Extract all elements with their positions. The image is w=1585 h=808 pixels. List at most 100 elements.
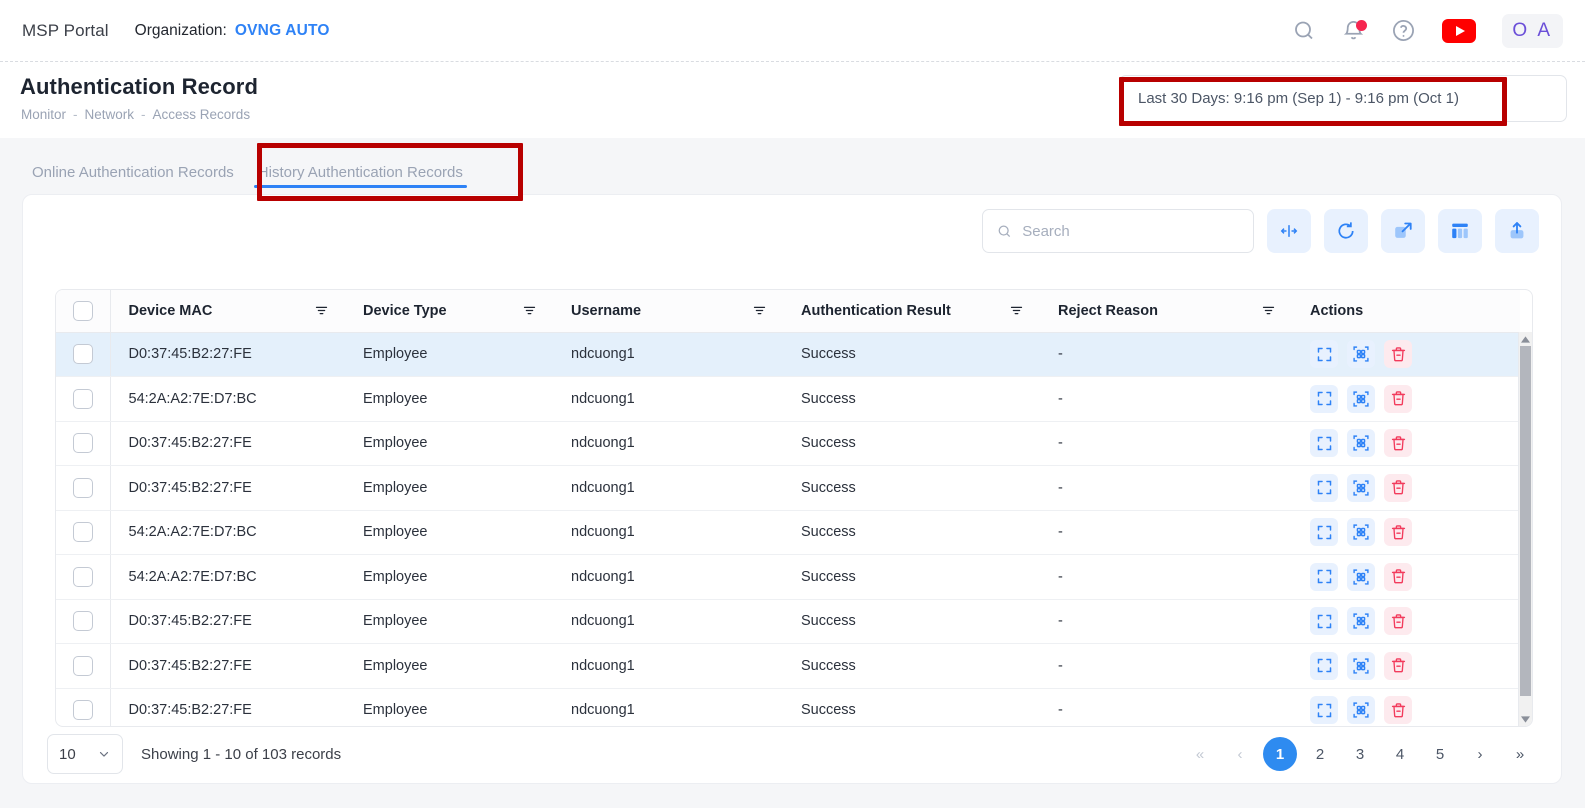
row-qr-button[interactable] xyxy=(1347,340,1375,368)
column-label: Device Type xyxy=(363,303,447,319)
row-delete-button[interactable] xyxy=(1384,607,1412,635)
row-checkbox[interactable] xyxy=(73,433,93,453)
row-delete-button[interactable] xyxy=(1384,652,1412,680)
filter-icon[interactable] xyxy=(752,303,767,318)
delete-icon xyxy=(1390,524,1407,541)
organization-name[interactable]: OVNG AUTO xyxy=(235,22,330,40)
page-title: Authentication Record xyxy=(20,74,258,100)
table-row[interactable]: 54:2A:A2:7E:D7:BCEmployeendcuong1Success… xyxy=(56,377,1520,422)
scroll-down-arrow[interactable] xyxy=(1519,712,1532,726)
row-delete-button[interactable] xyxy=(1384,429,1412,457)
breadcrumb-item-monitor[interactable]: Monitor xyxy=(21,107,66,122)
row-details-button[interactable] xyxy=(1310,696,1338,724)
organization-selector[interactable]: Organization: OVNG AUTO xyxy=(135,22,330,40)
app-root: MSP Portal Organization: OVNG AUTO xyxy=(0,0,1585,808)
breadcrumb-item-network[interactable]: Network xyxy=(85,107,135,122)
table-row[interactable]: D0:37:45:B2:27:FEEmployeendcuong1Success… xyxy=(56,332,1520,377)
pagination-page-5[interactable]: 5 xyxy=(1423,737,1457,771)
row-delete-button[interactable] xyxy=(1384,563,1412,591)
row-qr-button[interactable] xyxy=(1347,474,1375,502)
row-details-button[interactable] xyxy=(1310,652,1338,680)
pagination-page-1[interactable]: 1 xyxy=(1263,737,1297,771)
refresh-button[interactable] xyxy=(1324,209,1368,253)
pagination-prev-button[interactable]: ‹ xyxy=(1223,737,1257,771)
youtube-icon[interactable] xyxy=(1442,19,1476,43)
header-right-group: O A xyxy=(1292,14,1585,48)
column-header-device-type[interactable]: Device Type xyxy=(345,290,553,332)
row-qr-button[interactable] xyxy=(1347,429,1375,457)
row-checkbox[interactable] xyxy=(73,656,93,676)
row-checkbox[interactable] xyxy=(73,700,93,720)
row-delete-button[interactable] xyxy=(1384,696,1412,724)
row-qr-button[interactable] xyxy=(1347,518,1375,546)
row-details-button[interactable] xyxy=(1310,474,1338,502)
row-delete-button[interactable] xyxy=(1384,474,1412,502)
row-delete-button[interactable] xyxy=(1384,385,1412,413)
pagination-page-4[interactable]: 4 xyxy=(1383,737,1417,771)
upload-icon xyxy=(1506,220,1528,242)
filter-icon[interactable] xyxy=(522,303,537,318)
row-checkbox[interactable] xyxy=(73,478,93,498)
column-settings-button[interactable] xyxy=(1438,209,1482,253)
table-row[interactable]: D0:37:45:B2:27:FEEmployeendcuong1Success… xyxy=(56,466,1520,511)
page-size-select[interactable]: 10 xyxy=(47,734,123,774)
delete-icon xyxy=(1390,435,1407,452)
row-select-cell xyxy=(56,555,110,600)
row-details-button[interactable] xyxy=(1310,429,1338,457)
details-icon xyxy=(1316,479,1333,496)
notification-bell-icon[interactable] xyxy=(1342,19,1365,42)
row-checkbox[interactable] xyxy=(73,522,93,542)
row-details-button[interactable] xyxy=(1310,607,1338,635)
row-checkbox[interactable] xyxy=(73,389,93,409)
table-row[interactable]: D0:37:45:B2:27:FEEmployeendcuong1Success… xyxy=(56,644,1520,689)
pagination-page-2[interactable]: 2 xyxy=(1303,737,1337,771)
fit-columns-button[interactable] xyxy=(1267,209,1311,253)
pagination-first-button[interactable]: « xyxy=(1183,737,1217,771)
scroll-up-arrow[interactable] xyxy=(1519,332,1532,346)
row-checkbox[interactable] xyxy=(73,567,93,587)
select-all-checkbox[interactable] xyxy=(73,301,93,321)
row-details-button[interactable] xyxy=(1310,385,1338,413)
cell-reject-reason: - xyxy=(1040,644,1292,689)
pagination-next-button[interactable]: › xyxy=(1463,737,1497,771)
table-row[interactable]: 54:2A:A2:7E:D7:BCEmployeendcuong1Success… xyxy=(56,510,1520,555)
table-row[interactable]: D0:37:45:B2:27:FEEmployeendcuong1Success… xyxy=(56,688,1520,727)
fullscreen-button[interactable] xyxy=(1381,209,1425,253)
row-checkbox[interactable] xyxy=(73,344,93,364)
avatar[interactable]: O A xyxy=(1502,14,1563,48)
search-input[interactable] xyxy=(1022,223,1239,240)
row-qr-button[interactable] xyxy=(1347,696,1375,724)
tab-history-authentication-records[interactable]: History Authentication Records xyxy=(246,164,475,194)
filter-icon[interactable] xyxy=(314,303,329,318)
date-range-filter[interactable]: Last 30 Days: 9:16 pm (Sep 1) - 9:16 pm … xyxy=(1119,75,1567,122)
help-circle-icon[interactable] xyxy=(1391,18,1416,43)
tab-online-authentication-records[interactable]: Online Authentication Records xyxy=(20,164,246,194)
row-checkbox[interactable] xyxy=(73,611,93,631)
table-row[interactable]: D0:37:45:B2:27:FEEmployeendcuong1Success… xyxy=(56,599,1520,644)
filter-icon[interactable] xyxy=(1009,303,1024,318)
column-header-authentication-result[interactable]: Authentication Result xyxy=(783,290,1040,332)
row-details-button[interactable] xyxy=(1310,563,1338,591)
row-qr-button[interactable] xyxy=(1347,563,1375,591)
row-qr-button[interactable] xyxy=(1347,607,1375,635)
row-delete-button[interactable] xyxy=(1384,518,1412,546)
pagination-page-3[interactable]: 3 xyxy=(1343,737,1377,771)
row-details-button[interactable] xyxy=(1310,340,1338,368)
search-icon[interactable] xyxy=(1292,19,1316,43)
search-field[interactable] xyxy=(982,209,1254,253)
table-row[interactable]: D0:37:45:B2:27:FEEmployeendcuong1Success… xyxy=(56,421,1520,466)
breadcrumb-item-access-records[interactable]: Access Records xyxy=(153,107,251,122)
table-vertical-scrollbar[interactable] xyxy=(1518,332,1532,726)
column-header-username[interactable]: Username xyxy=(553,290,783,332)
column-header-reject-reason[interactable]: Reject Reason xyxy=(1040,290,1292,332)
row-details-button[interactable] xyxy=(1310,518,1338,546)
pagination-last-button[interactable]: » xyxy=(1503,737,1537,771)
filter-icon[interactable] xyxy=(1261,303,1276,318)
column-header-device-mac[interactable]: Device MAC xyxy=(110,290,345,332)
export-button[interactable] xyxy=(1495,209,1539,253)
row-delete-button[interactable] xyxy=(1384,340,1412,368)
row-qr-button[interactable] xyxy=(1347,652,1375,680)
row-qr-button[interactable] xyxy=(1347,385,1375,413)
scrollbar-thumb[interactable] xyxy=(1520,346,1531,696)
table-row[interactable]: 54:2A:A2:7E:D7:BCEmployeendcuong1Success… xyxy=(56,555,1520,600)
